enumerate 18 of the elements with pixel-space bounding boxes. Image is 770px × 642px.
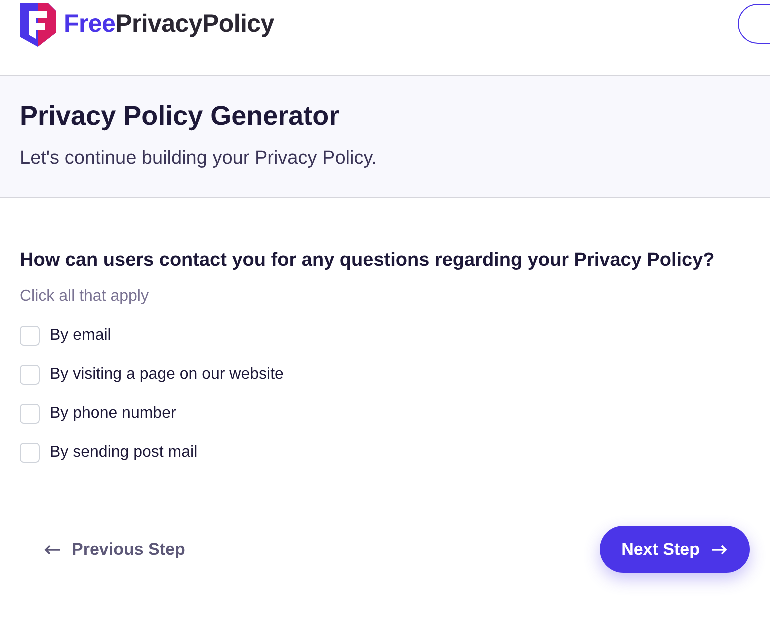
shield-logo-icon	[20, 2, 56, 46]
arrow-right-icon	[712, 544, 728, 554]
checkbox-label: By sending post mail	[50, 444, 198, 462]
checkbox[interactable]	[20, 326, 40, 346]
checkbox-label: By phone number	[50, 404, 176, 422]
checkbox[interactable]	[20, 404, 40, 424]
checkbox[interactable]	[20, 442, 40, 462]
previous-step-button[interactable]: Previous Step	[44, 540, 186, 560]
page-title: Privacy Policy Generator	[20, 101, 341, 132]
next-step-button[interactable]: Next Step	[600, 526, 750, 573]
question-hint: Click all that apply	[20, 288, 150, 306]
logo-text: FreePrivacyPolicy	[64, 10, 274, 39]
checkbox[interactable]	[20, 364, 40, 384]
checkbox-label: By email	[50, 326, 112, 344]
page-subtitle: Let's continue building your Privacy Policy.	[20, 148, 378, 170]
question-title: How can users contact you for any questions regarding your Privacy Policy?	[20, 250, 716, 272]
checkbox-label: By visiting a page on our website	[50, 366, 284, 384]
arrow-left-icon	[44, 544, 60, 554]
